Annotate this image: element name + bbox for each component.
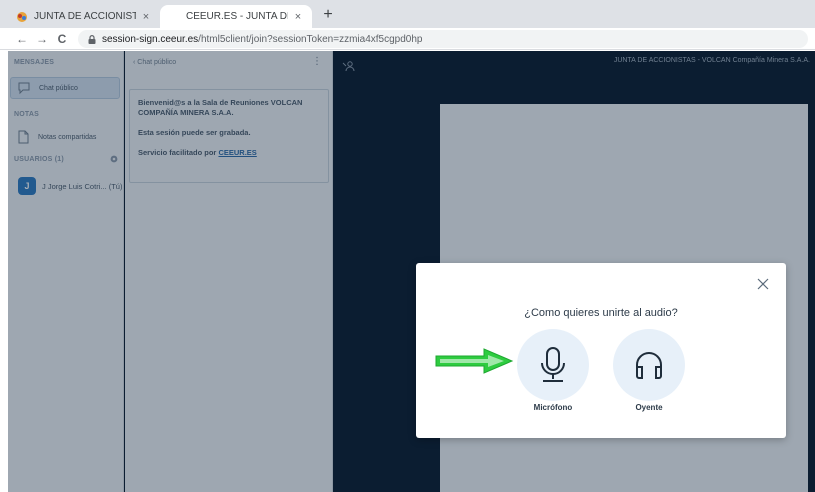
browser-tab-ceeur[interactable]: CEEUR.ES - JUNTA DE ACCIONIST × [160,5,312,28]
forward-button[interactable]: → [34,31,50,47]
modal-title: ¿Como quieres unirte al audio? [524,307,678,319]
close-icon[interactable] [756,277,770,291]
arrow-right-icon [435,348,514,374]
ceeur-favicon-icon [171,11,176,22]
reload-button[interactable]: C [54,31,70,47]
browser-toolbar: ← → C session-sign.ceeur.es/html5client/… [0,28,815,50]
headphones-icon [636,352,662,379]
address-bar[interactable]: session-sign.ceeur.es/html5client/join?s… [78,30,808,48]
listen-only-button[interactable] [613,329,685,401]
back-button[interactable]: ← [14,31,30,47]
microphone-icon [541,347,565,382]
url-host: session-sign.ceeur.es [102,33,199,45]
url-path: /html5client/join?sessionToken=zzmia4xf5… [198,33,423,45]
tab-close-icon[interactable]: × [292,11,304,23]
listen-only-label: Oyente [635,403,663,412]
tab-close-icon[interactable]: × [140,11,152,23]
browser-tabstrip: JUNTA DE ACCIONISTAS - VOLCA × CEEUR.ES … [0,0,815,28]
lock-icon [88,34,96,44]
microphone-button[interactable] [517,329,589,401]
browser-tab-title: JUNTA DE ACCIONISTAS - VOLCA [34,11,136,22]
browser-tab-title: CEEUR.ES - JUNTA DE ACCIONIST [186,11,288,22]
browser-tab-volcan[interactable]: JUNTA DE ACCIONISTAS - VOLCA × [8,5,160,28]
new-tab-button[interactable]: + [318,5,338,25]
volcan-favicon-icon [17,11,27,22]
microphone-label: Micrófono [533,403,573,412]
